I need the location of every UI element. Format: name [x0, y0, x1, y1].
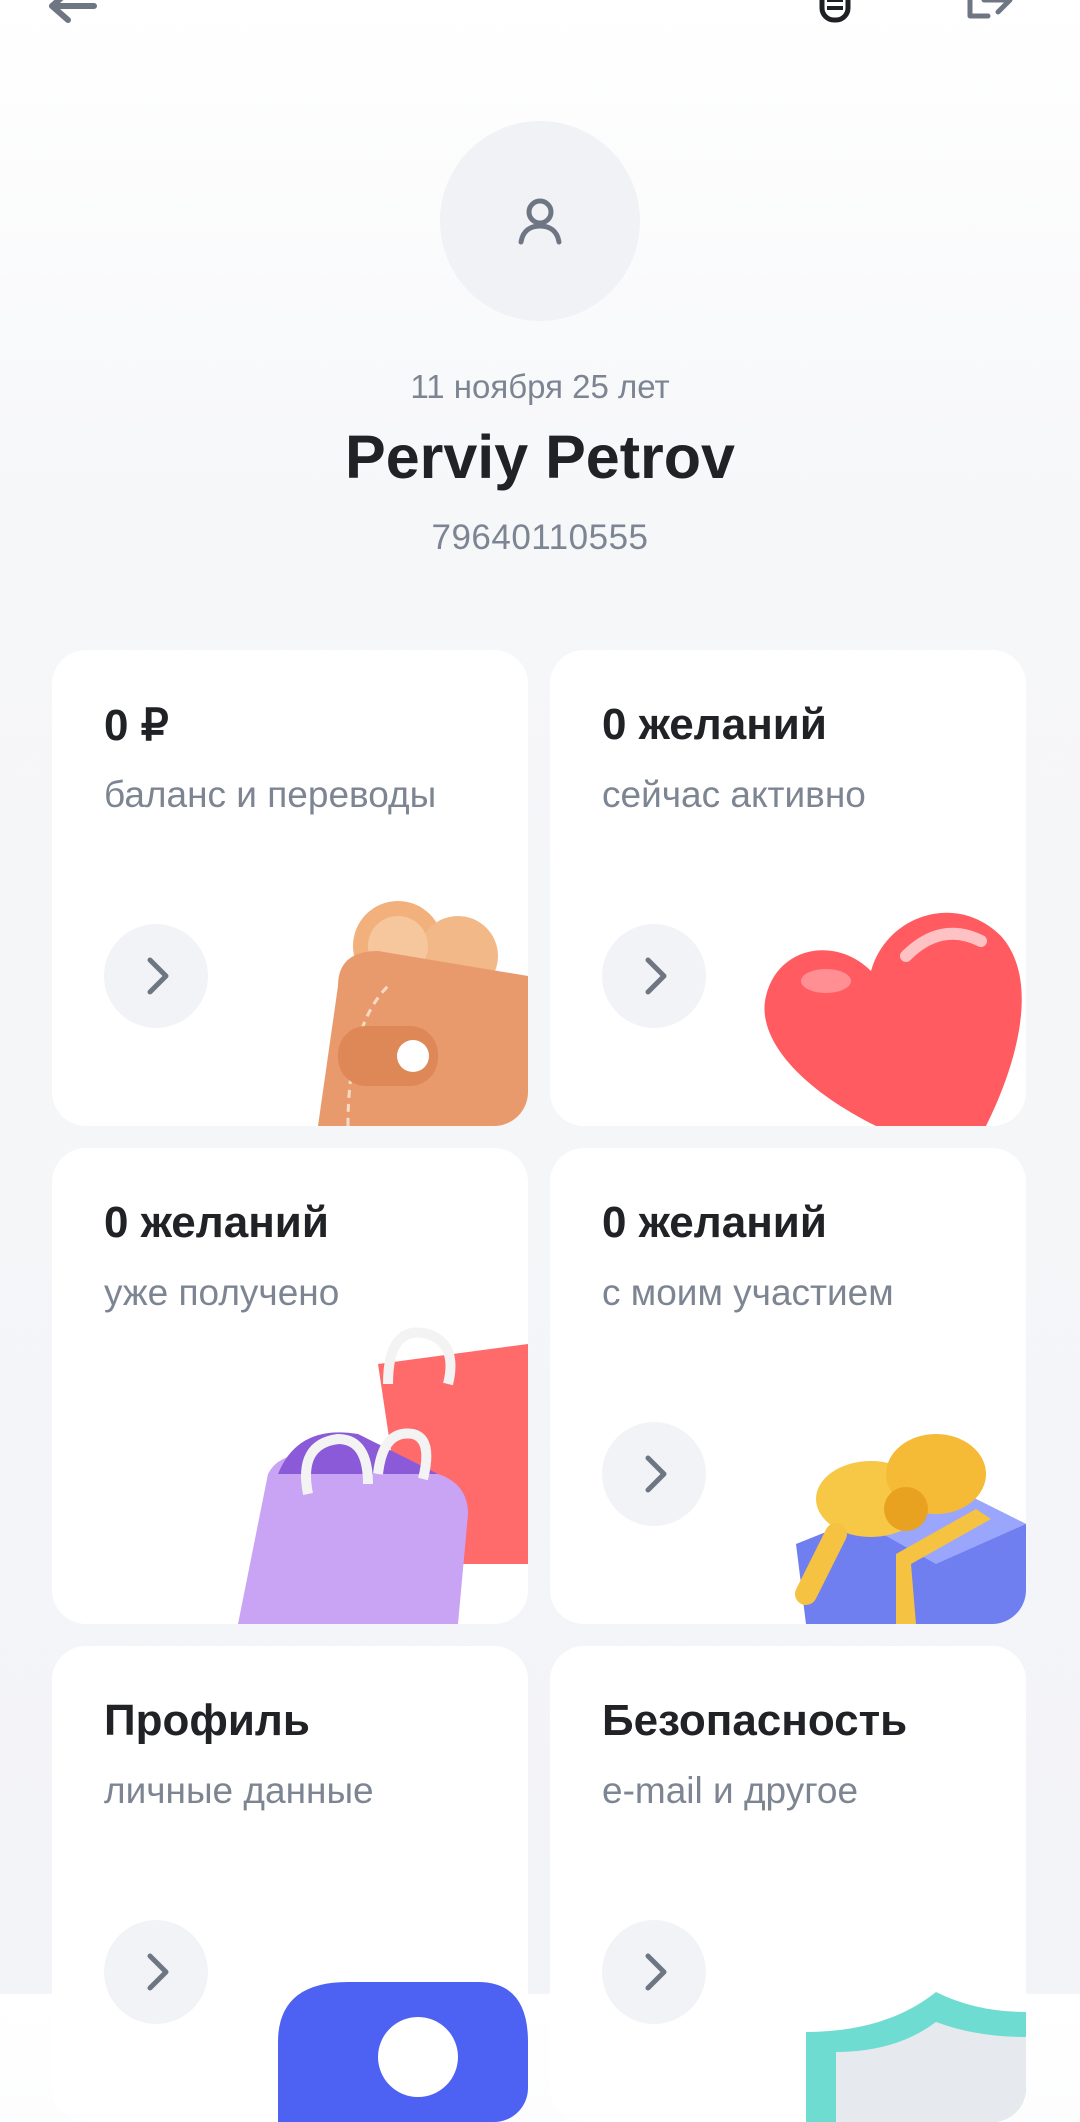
card-title: 0 желаний [602, 1198, 827, 1247]
card-subtitle: с моим участием [602, 1272, 894, 1313]
user-phone: 79640110555 [431, 518, 649, 557]
card-subtitle: личные данные [104, 1770, 374, 1811]
card-title: Профиль [104, 1696, 310, 1745]
chevron-right-icon [645, 957, 667, 995]
open-active-wishes-button[interactable] [602, 924, 706, 1028]
received-wishes-card[interactable]: 0 желаний уже получено [52, 1148, 528, 1624]
user-badge-icon [278, 1982, 528, 2122]
shield-icon [806, 1992, 1026, 2122]
top-bar [0, 0, 1080, 60]
open-profile-button[interactable] [104, 1920, 208, 2024]
card-subtitle: баланс и переводы [104, 774, 437, 815]
balance-card[interactable]: 0 ₽ баланс и переводы [52, 650, 528, 1126]
chevron-right-icon [645, 1953, 667, 1991]
open-participation-wishes-button[interactable] [602, 1422, 706, 1526]
card-subtitle: сейчас активно [602, 774, 866, 815]
gift-box-icon [795, 1434, 1026, 1624]
avatar[interactable] [440, 121, 640, 321]
participation-wishes-card[interactable]: 0 желаний с моим участием [550, 1148, 1026, 1624]
card-subtitle: уже получено [104, 1272, 340, 1313]
card-subtitle: e-mail и другое [602, 1770, 859, 1811]
open-balance-button[interactable] [104, 924, 208, 1028]
wallet-icon [318, 901, 528, 1126]
user-name: Perviy Petrov [345, 423, 735, 491]
card-title: Безопасность [602, 1696, 908, 1745]
back-arrow-icon[interactable] [46, 0, 100, 26]
user-icon [518, 198, 562, 245]
card-title: 0 желаний [104, 1198, 329, 1247]
card-title: 0 ₽ [104, 701, 169, 750]
open-security-button[interactable] [602, 1920, 706, 2024]
chevron-right-icon [645, 1455, 667, 1493]
heart-icon [764, 912, 1022, 1126]
active-wishes-card[interactable]: 0 желаний сейчас активно [550, 650, 1026, 1126]
birth-date-age: 11 ноября 25 лет [410, 368, 670, 405]
card-title: 0 желаний [602, 700, 827, 749]
security-card[interactable]: Безопасность e-mail и другое [550, 1646, 1026, 2122]
chevron-right-icon [147, 1953, 169, 1991]
profile-card[interactable]: Профиль личные данные [52, 1646, 528, 2122]
shopping-bags-icon [238, 1327, 528, 1624]
bug-icon[interactable] [808, 0, 862, 26]
logout-icon[interactable] [962, 0, 1016, 26]
chevron-right-icon [147, 957, 169, 995]
